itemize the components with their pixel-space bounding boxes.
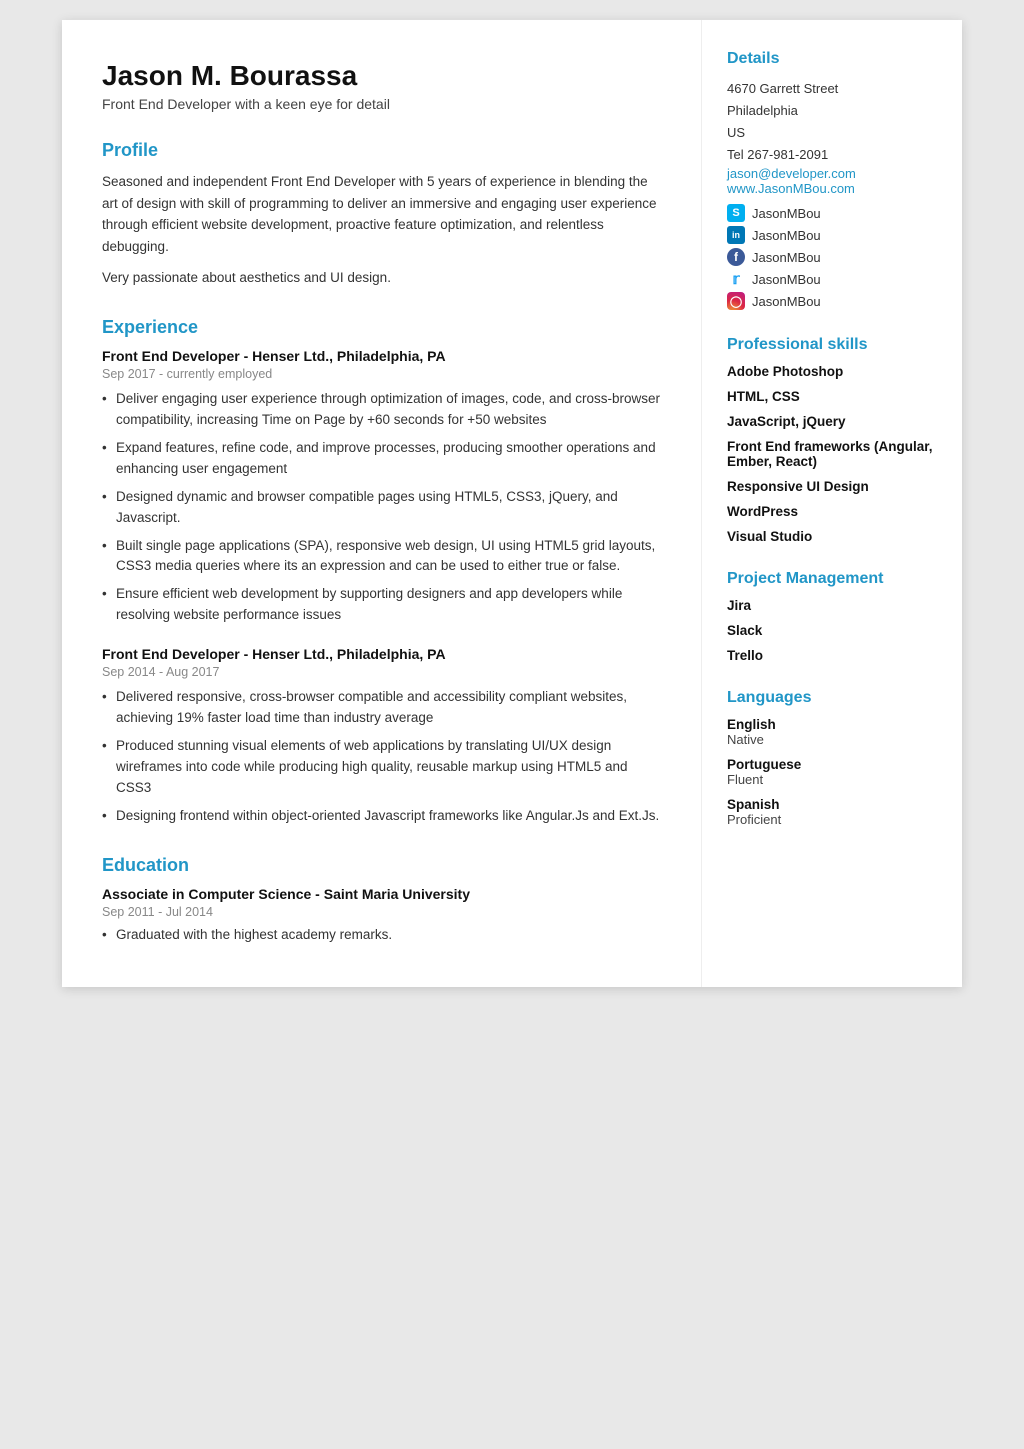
- skill-3: JavaScript, jQuery: [727, 414, 937, 429]
- job-2-bullet-1: Delivered responsive, cross-browser comp…: [102, 687, 661, 729]
- edu-1: Associate in Computer Science - Saint Ma…: [102, 886, 661, 942]
- profile-para1: Seasoned and independent Front End Devel…: [102, 171, 661, 257]
- facebook-icon: f: [727, 248, 745, 266]
- job-subtitle: Front End Developer with a keen eye for …: [102, 96, 661, 112]
- address-country: US: [727, 125, 745, 140]
- pm-1: Jira: [727, 598, 937, 613]
- social-twitter: 𝕣 JasonMBou: [727, 270, 937, 288]
- linkedin-icon: in: [727, 226, 745, 244]
- name-section: Jason M. Bourassa Front End Developer wi…: [102, 60, 661, 112]
- job-2-bullets: Delivered responsive, cross-browser comp…: [102, 687, 661, 827]
- lang-3-name: Spanish: [727, 797, 937, 812]
- twitter-handle: JasonMBou: [752, 272, 821, 287]
- profile-title: Profile: [102, 140, 661, 161]
- pm-3: Trello: [727, 648, 937, 663]
- job-1-bullet-2: Expand features, refine code, and improv…: [102, 438, 661, 480]
- website-link[interactable]: www.JasonMBou.com: [727, 181, 937, 196]
- profile-para2: Very passionate about aesthetics and UI …: [102, 267, 661, 289]
- skype-icon: S: [727, 204, 745, 222]
- social-instagram: ◯ JasonMBou: [727, 292, 937, 310]
- skill-6: WordPress: [727, 504, 937, 519]
- skill-7: Visual Studio: [727, 529, 937, 544]
- lang-2: Portuguese Fluent: [727, 757, 937, 787]
- lang-3: Spanish Proficient: [727, 797, 937, 827]
- facebook-handle: JasonMBou: [752, 250, 821, 265]
- lang-2-name: Portuguese: [727, 757, 937, 772]
- lang-1-level: Native: [727, 732, 937, 747]
- job-1-bullet-3: Designed dynamic and browser compatible …: [102, 487, 661, 529]
- edu-1-bullets: Graduated with the highest academy remar…: [102, 927, 661, 942]
- email-link[interactable]: jason@developer.com: [727, 166, 937, 181]
- details-title: Details: [727, 50, 937, 68]
- skills-title: Professional skills: [727, 336, 937, 354]
- details-section: Details 4670 Garrett Street Philadelphia…: [727, 50, 937, 310]
- experience-title: Experience: [102, 317, 661, 338]
- job-1: Front End Developer - Henser Ltd., Phila…: [102, 348, 661, 626]
- skill-2: HTML, CSS: [727, 389, 937, 404]
- details-address: 4670 Garrett Street Philadelphia US Tel …: [727, 78, 937, 166]
- lang-2-level: Fluent: [727, 772, 937, 787]
- education-section: Education Associate in Computer Science …: [102, 855, 661, 942]
- edu-1-title: Associate in Computer Science - Saint Ma…: [102, 886, 661, 902]
- project-management-section: Project Management Jira Slack Trello: [727, 570, 937, 663]
- experience-section: Experience Front End Developer - Henser …: [102, 317, 661, 827]
- skills-section: Professional skills Adobe Photoshop HTML…: [727, 336, 937, 544]
- lang-1-name: English: [727, 717, 937, 732]
- pm-title: Project Management: [727, 570, 937, 588]
- job-2-bullet-3: Designing frontend within object-oriente…: [102, 806, 661, 827]
- job-1-bullet-5: Ensure efficient web development by supp…: [102, 584, 661, 626]
- instagram-handle: JasonMBou: [752, 294, 821, 309]
- instagram-icon: ◯: [727, 292, 745, 310]
- skill-1: Adobe Photoshop: [727, 364, 937, 379]
- education-title: Education: [102, 855, 661, 876]
- skill-5: Responsive UI Design: [727, 479, 937, 494]
- edu-1-bullet-1: Graduated with the highest academy remar…: [102, 927, 661, 942]
- job-1-bullets: Deliver engaging user experience through…: [102, 389, 661, 626]
- job-2-title: Front End Developer - Henser Ltd., Phila…: [102, 646, 661, 662]
- skill-4: Front End frameworks (Angular, Ember, Re…: [727, 439, 937, 469]
- full-name: Jason M. Bourassa: [102, 60, 661, 92]
- social-facebook: f JasonMBou: [727, 248, 937, 266]
- lang-3-level: Proficient: [727, 812, 937, 827]
- social-linkedin: in JasonMBou: [727, 226, 937, 244]
- profile-section: Profile Seasoned and independent Front E…: [102, 140, 661, 289]
- address-tel: Tel 267-981-2091: [727, 147, 828, 162]
- job-2-date: Sep 2014 - Aug 2017: [102, 665, 661, 679]
- lang-1: English Native: [727, 717, 937, 747]
- job-1-title: Front End Developer - Henser Ltd., Phila…: [102, 348, 661, 364]
- address-street: 4670 Garrett Street: [727, 81, 838, 96]
- edu-1-date: Sep 2011 - Jul 2014: [102, 905, 661, 919]
- pm-2: Slack: [727, 623, 937, 638]
- twitter-icon: 𝕣: [727, 270, 745, 288]
- skype-handle: JasonMBou: [752, 206, 821, 221]
- linkedin-handle: JasonMBou: [752, 228, 821, 243]
- job-1-bullet-1: Deliver engaging user experience through…: [102, 389, 661, 431]
- job-2: Front End Developer - Henser Ltd., Phila…: [102, 646, 661, 827]
- languages-section: Languages English Native Portuguese Flue…: [727, 689, 937, 827]
- job-2-bullet-2: Produced stunning visual elements of web…: [102, 736, 661, 799]
- job-1-date: Sep 2017 - currently employed: [102, 367, 661, 381]
- languages-title: Languages: [727, 689, 937, 707]
- job-1-bullet-4: Built single page applications (SPA), re…: [102, 536, 661, 578]
- address-city: Philadelphia: [727, 103, 798, 118]
- social-skype: S JasonMBou: [727, 204, 937, 222]
